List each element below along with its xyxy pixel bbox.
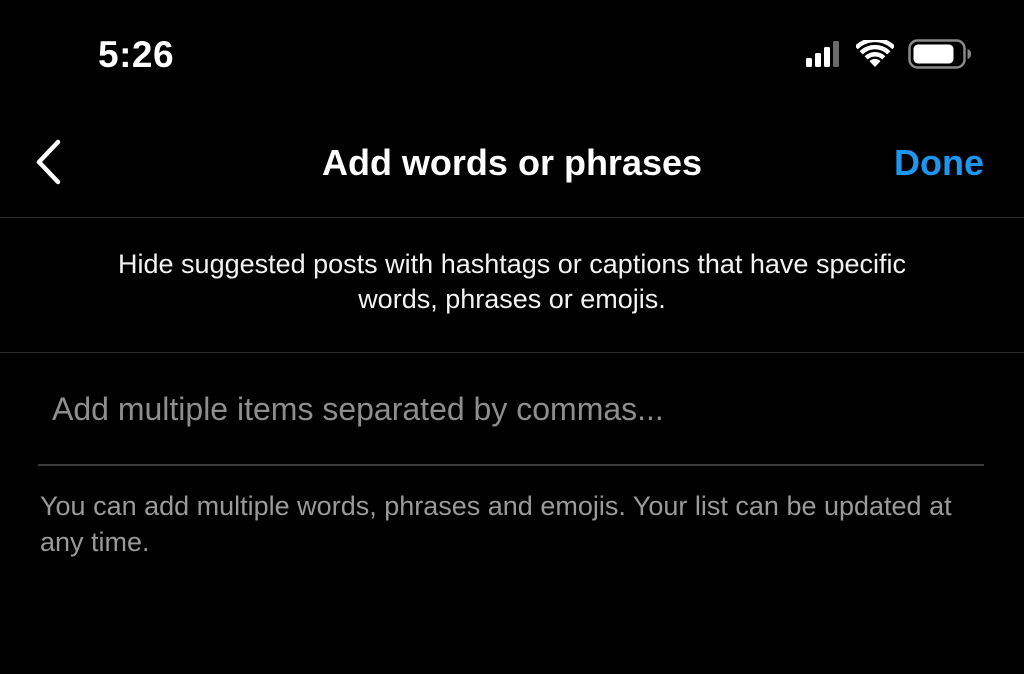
keyword-input[interactable] <box>52 386 972 432</box>
status-icons <box>806 37 972 74</box>
battery-icon <box>908 38 972 74</box>
description-text: Hide suggested posts with hashtags or ca… <box>118 249 906 314</box>
page-title: Add words or phrases <box>321 142 703 183</box>
nav-divider <box>0 217 1024 218</box>
wifi-icon <box>854 37 896 73</box>
description-divider <box>0 352 1024 353</box>
status-time: 5:26 <box>98 34 175 75</box>
nav-bar: Add words or phrases Done <box>0 110 1024 217</box>
keyword-input-row <box>38 378 984 466</box>
helper-text: You can add multiple words, phrases and … <box>40 491 952 557</box>
status-bar: 5:26 <box>0 0 1024 110</box>
cellular-signal-icon <box>806 40 842 72</box>
done-button[interactable]: Done <box>894 142 984 184</box>
